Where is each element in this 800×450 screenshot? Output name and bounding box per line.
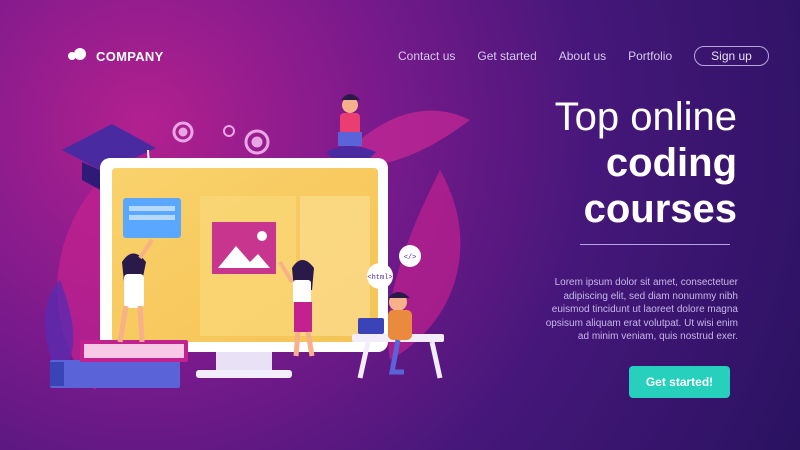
- gear-icon: [223, 125, 235, 137]
- laptop-icon: [358, 318, 384, 334]
- get-started-button[interactable]: Get started!: [629, 366, 730, 398]
- headline-line-1: Top online: [554, 95, 737, 139]
- html-tag-bubble: <html>: [367, 263, 393, 289]
- headline-line-3: courses: [583, 187, 737, 231]
- nav-about-us[interactable]: About us: [559, 49, 606, 63]
- headline-line-2: coding: [605, 141, 737, 185]
- hero-description: Lorem ipsum dolor sit amet, consectetuer…: [545, 277, 738, 342]
- gear-icon: [172, 121, 194, 143]
- html-tag-text: <html>: [367, 274, 392, 282]
- hero-headline: Top online coding courses: [532, 94, 737, 232]
- sign-up-button[interactable]: Sign up: [694, 46, 769, 66]
- landing-page: COMPANY Contact us Get started About us …: [0, 0, 800, 450]
- code-tag-text: </>: [404, 254, 417, 262]
- gear-icon: [244, 129, 270, 155]
- code-tag-bubble: </>: [399, 245, 421, 267]
- headline-divider: [580, 244, 730, 245]
- coding-courses-illustration: <html> </>: [45, 94, 470, 390]
- nav-portfolio[interactable]: Portfolio: [628, 49, 672, 63]
